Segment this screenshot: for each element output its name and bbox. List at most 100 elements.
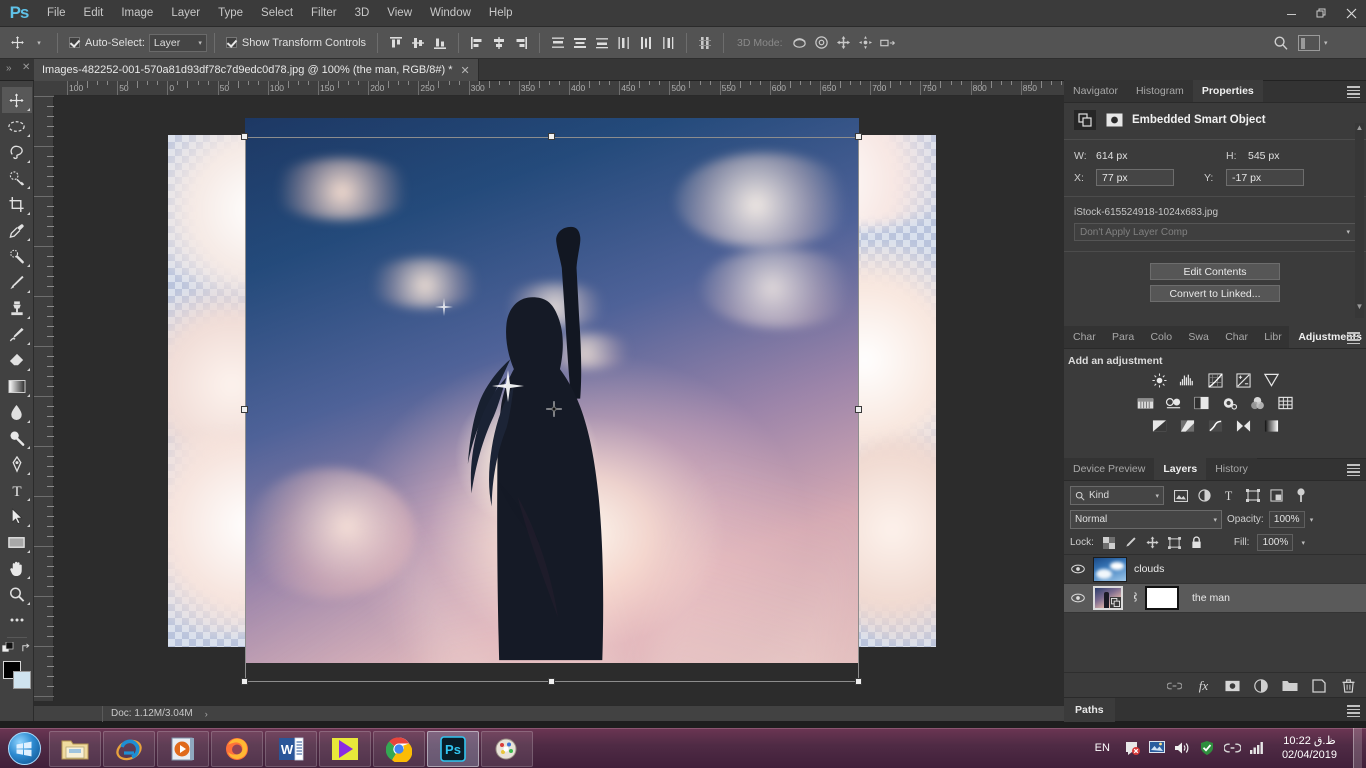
menu-item-select[interactable]: Select (252, 0, 302, 27)
history-brush-tool[interactable] (2, 321, 32, 347)
hue-saturation-icon[interactable] (1136, 395, 1154, 411)
background-color-swatch[interactable] (12, 671, 31, 689)
default-colors-icon[interactable] (1, 641, 14, 657)
tool-preset-chevron-icon[interactable]: ▾ (28, 32, 50, 54)
3d-slide-icon[interactable] (855, 32, 877, 54)
distribute-top-edges-icon[interactable] (547, 32, 569, 54)
link-layers-icon[interactable] (1166, 678, 1182, 694)
language-indicator[interactable]: EN (1095, 742, 1116, 754)
color-swatches[interactable] (2, 659, 32, 691)
tab-properties[interactable]: Properties (1192, 80, 1263, 102)
distribute-bottom-edges-icon[interactable] (591, 32, 613, 54)
color-balance-icon[interactable] (1164, 395, 1182, 411)
layer-row-clouds[interactable]: clouds (1064, 555, 1366, 584)
brush-tool[interactable] (2, 269, 32, 295)
panel-menu-icon[interactable] (1347, 86, 1360, 99)
layer-comp-dropdown[interactable]: Don't Apply Layer Comp ▾ (1074, 223, 1356, 241)
fill-chevron-icon[interactable]: ▾ (1301, 539, 1305, 547)
transform-handle-bl[interactable] (241, 678, 248, 685)
taskbar-firefox[interactable] (211, 730, 263, 767)
status-expand-icon[interactable]: › (201, 709, 208, 719)
pen-tool[interactable] (2, 451, 32, 477)
transform-handle-bc[interactable] (548, 678, 555, 685)
y-input[interactable]: -17 px (1226, 169, 1304, 186)
panel-menu-icon[interactable] (1347, 332, 1360, 345)
panel-menu-icon[interactable] (1347, 705, 1360, 718)
align-right-edges-icon[interactable] (510, 32, 532, 54)
auto-select-target-dropdown[interactable]: Layer ▾ (148, 33, 207, 52)
distribute-left-edges-icon[interactable] (613, 32, 635, 54)
document-tab[interactable]: Images-482252-001-570a81d93df78c7d9edc0d… (34, 59, 479, 81)
align-bottom-edges-icon[interactable] (429, 32, 451, 54)
lasso-tool[interactable] (2, 139, 32, 165)
taskbar-microsoft-word[interactable]: W (265, 730, 317, 767)
tab-character[interactable]: Char (1064, 326, 1103, 348)
tab-paragraph[interactable]: Para (1102, 326, 1142, 348)
type-tool[interactable]: T (2, 477, 32, 503)
filter-power-toggle[interactable] (1293, 487, 1308, 503)
smart-object-layer-thumbnail[interactable] (1093, 586, 1123, 610)
close-panel-icon[interactable]: ✕ (22, 62, 30, 73)
align-top-edges-icon[interactable] (385, 32, 407, 54)
layer-name[interactable]: the man (1192, 592, 1230, 604)
hand-tool[interactable] (2, 555, 32, 581)
elliptical-marquee-tool[interactable] (2, 113, 32, 139)
canvas-viewport[interactable] (54, 96, 1064, 686)
transform-handle-tr[interactable] (855, 133, 862, 140)
fill-input[interactable]: 100% (1257, 534, 1294, 551)
gradient-tool[interactable] (2, 373, 32, 399)
menu-item-image[interactable]: Image (112, 0, 162, 27)
levels-icon[interactable] (1178, 372, 1196, 388)
tab-libraries[interactable]: Libr (1255, 326, 1290, 348)
3d-roll-icon[interactable] (811, 32, 833, 54)
blend-mode-dropdown[interactable]: Normal ▾ (1070, 510, 1222, 529)
new-group-icon[interactable] (1282, 678, 1298, 694)
adjustment-layers-filter-icon[interactable] (1197, 488, 1212, 503)
photo-filter-icon[interactable] (1220, 395, 1238, 411)
align-left-edges-icon[interactable] (466, 32, 488, 54)
brightness-contrast-icon[interactable] (1150, 372, 1168, 388)
workspace-switcher[interactable]: ▾ (1298, 32, 1356, 54)
scroll-up-icon[interactable]: ▲ (1355, 123, 1364, 132)
lock-position-icon[interactable] (1146, 536, 1160, 550)
edit-toolbar-tool[interactable] (2, 607, 32, 633)
posterize-icon[interactable] (1178, 418, 1196, 434)
layer-row-the-man[interactable]: the man (1064, 584, 1366, 613)
threshold-icon[interactable] (1206, 418, 1224, 434)
crop-tool[interactable] (2, 191, 32, 217)
panel-menu-icon[interactable] (1347, 464, 1360, 477)
3d-scale-icon[interactable] (877, 32, 899, 54)
taskbar-file-explorer[interactable] (49, 730, 101, 767)
3d-drag-icon[interactable] (833, 32, 855, 54)
close-icon[interactable]: ✕ (461, 64, 470, 77)
network-icon[interactable] (1249, 740, 1266, 757)
volume-icon[interactable] (1174, 740, 1191, 757)
swap-colors-icon[interactable] (21, 643, 32, 657)
search-icon[interactable] (1270, 32, 1292, 54)
minimize-button[interactable] (1276, 0, 1306, 27)
move-tool[interactable] (1, 87, 32, 113)
lock-all-icon[interactable] (1190, 536, 1204, 550)
new-layer-icon[interactable] (1311, 678, 1327, 694)
show-transform-checkbox[interactable] (225, 37, 237, 48)
vertical-ruler[interactable] (34, 96, 54, 701)
taskbar-windows-media-player[interactable] (157, 730, 209, 767)
layer-style-fx-icon[interactable]: fx (1195, 678, 1211, 694)
menu-item-view[interactable]: View (378, 0, 421, 27)
mask-link-icon[interactable] (1130, 591, 1138, 606)
quick-selection-tool[interactable] (2, 165, 32, 191)
zoom-tool[interactable] (2, 581, 32, 607)
tab-histogram[interactable]: Histogram (1126, 80, 1193, 102)
link-icon[interactable] (1223, 740, 1241, 757)
filter-kind-dropdown[interactable]: Kind ▾ (1070, 486, 1164, 505)
eyedropper-tool[interactable] (2, 217, 32, 243)
horizontal-ruler[interactable]: 100 50 0 50 100 150 200 250 300 350 400 450 500 550 60… (54, 81, 1064, 96)
scroll-down-icon[interactable]: ▼ (1355, 302, 1364, 311)
tab-history[interactable]: History (1206, 458, 1257, 480)
tab-paths[interactable]: Paths (1064, 698, 1115, 722)
move-tool-icon[interactable] (6, 32, 28, 54)
properties-scrollbar[interactable]: ▲ ▼ (1355, 123, 1364, 318)
collapse-panels-icon[interactable]: » (6, 63, 12, 74)
tab-device-preview[interactable]: Device Preview (1064, 458, 1155, 480)
layer-mask-thumbnail[interactable] (1145, 586, 1179, 610)
